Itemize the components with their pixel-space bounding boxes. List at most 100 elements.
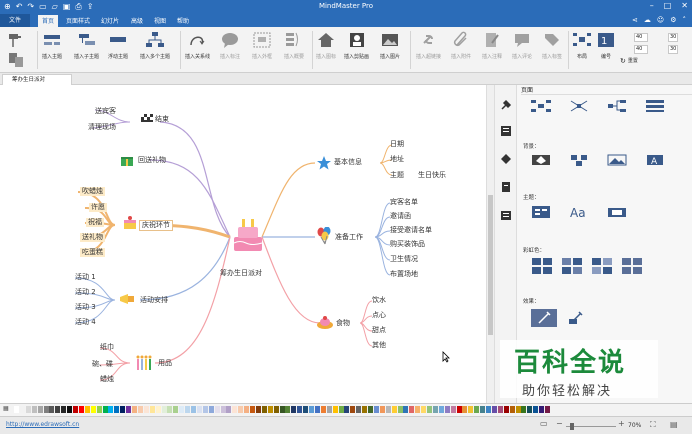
theme-font-icon[interactable]: Aa	[569, 205, 589, 219]
theme-style-icon[interactable]	[531, 205, 551, 219]
topic-guest-list[interactable]: 宾客名单	[390, 198, 418, 207]
color-swatch[interactable]	[462, 406, 468, 413]
topic-clean-up[interactable]: 清理现场	[88, 123, 116, 132]
color-swatch[interactable]	[73, 406, 78, 413]
website-link[interactable]: http://www.edrawsoft.cn	[6, 421, 79, 428]
branch-supplies[interactable]: 用品	[158, 359, 172, 368]
insert-tag-button[interactable]: 插入标签	[542, 31, 562, 60]
color-swatch[interactable]	[279, 406, 285, 413]
color-swatch[interactable]	[391, 406, 397, 413]
color-swatch[interactable]	[220, 406, 226, 413]
color-swatch[interactable]	[132, 406, 137, 413]
topic-give-gifts[interactable]: 送礼物	[80, 233, 105, 242]
color-swatch[interactable]	[78, 406, 84, 413]
document-tab[interactable]: 筹办生日派对	[2, 74, 72, 85]
color-swatch[interactable]	[191, 406, 196, 413]
color-swatch[interactable]	[238, 406, 244, 413]
menu-home[interactable]: 首页	[38, 15, 59, 27]
color-swatch[interactable]	[332, 406, 338, 413]
color-swatch[interactable]	[137, 406, 143, 413]
color-swatch[interactable]	[37, 406, 43, 413]
color-swatch[interactable]	[533, 406, 539, 413]
color-swatch[interactable]	[261, 406, 267, 413]
color-swatch[interactable]	[468, 406, 474, 413]
insert-image-button[interactable]: 插入图片	[380, 31, 400, 60]
color-swatch[interactable]	[503, 406, 509, 413]
fullscreen-icon[interactable]: ⛶	[650, 420, 656, 430]
task-tool-icon[interactable]	[500, 181, 512, 193]
hand-drawn-effect-icon[interactable]	[531, 309, 557, 327]
topic-blow-candles[interactable]: 吹蜡烛	[80, 187, 105, 196]
color-swatch[interactable]	[362, 406, 368, 413]
layout-list-icon[interactable]	[645, 99, 665, 113]
fill-color-icon[interactable]: ▦	[3, 405, 9, 412]
color-swatch[interactable]	[509, 406, 515, 413]
color-swatch[interactable]	[432, 406, 438, 413]
color-swatch[interactable]	[273, 406, 279, 413]
insert-comment-button[interactable]: 插入评论	[512, 31, 532, 60]
menu-advanced[interactable]: 高级	[131, 16, 143, 25]
color-swatch[interactable]	[214, 406, 220, 413]
topic-activity-2[interactable]: 活动 2	[75, 288, 96, 297]
outline-tool-icon[interactable]	[500, 125, 512, 137]
color-swatch[interactable]	[385, 406, 391, 413]
color-swatch[interactable]	[143, 406, 149, 413]
watermark-icon[interactable]: A	[645, 153, 665, 167]
layout-button[interactable]: 布局	[572, 31, 592, 60]
topic-water[interactable]: 饮水	[372, 296, 386, 305]
share-icon[interactable]: ⋖	[632, 16, 638, 24]
color-swatch[interactable]	[55, 406, 61, 413]
topic-date[interactable]: 日期	[390, 140, 404, 149]
maximize-icon[interactable]: □	[664, 1, 672, 10]
insert-icon-button[interactable]: 插入图标	[316, 31, 336, 60]
color-swatch[interactable]	[120, 406, 126, 413]
collapse-ribbon-icon[interactable]: ˄	[683, 16, 687, 24]
color-swatch[interactable]	[379, 406, 385, 413]
color-swatch[interactable]	[161, 406, 167, 413]
spacing-horizontal-input[interactable]: 40	[634, 33, 648, 42]
color-swatch[interactable]	[232, 406, 238, 413]
topic-theme[interactable]: 主题	[390, 171, 404, 180]
minimize-icon[interactable]: –	[650, 1, 654, 10]
color-swatch[interactable]	[297, 406, 303, 413]
color-swatch[interactable]	[49, 406, 55, 413]
branch-end[interactable]: 结束	[155, 115, 169, 124]
zoom-in-icon[interactable]: +	[618, 419, 625, 428]
color-swatch[interactable]	[202, 406, 208, 413]
color-swatch[interactable]	[397, 406, 403, 413]
settings-icon[interactable]: ⚙	[670, 16, 676, 24]
topic-snacks[interactable]: 点心	[372, 311, 386, 320]
color-swatch[interactable]	[545, 406, 550, 413]
color-swatch[interactable]	[350, 406, 356, 413]
clipboard-button[interactable]	[6, 51, 26, 71]
color-swatch[interactable]	[126, 406, 132, 413]
topic-address[interactable]: 地址	[390, 155, 404, 164]
insert-multiple-topics-button[interactable]: 插入多个主题	[140, 31, 170, 60]
topic-other[interactable]: 其他	[372, 341, 386, 350]
branch-preparation[interactable]: 准备工作	[335, 233, 363, 242]
color-swatch[interactable]	[108, 406, 114, 413]
color-swatch[interactable]	[43, 406, 49, 413]
topic-hygiene[interactable]: 卫生情况	[390, 255, 418, 264]
canvas-vertical-scrollbar[interactable]	[486, 85, 494, 403]
color-swatch[interactable]	[196, 406, 202, 413]
color-swatch[interactable]	[31, 406, 37, 413]
color-swatch[interactable]	[244, 406, 250, 413]
menu-file[interactable]: 文件	[0, 14, 30, 27]
insert-clipart-button[interactable]: 插入剪贴画	[344, 31, 369, 60]
theme-color-icon[interactable]	[607, 205, 627, 219]
color-swatch[interactable]	[314, 406, 320, 413]
spacing-a-input[interactable]: 30	[668, 33, 678, 42]
color-swatch[interactable]	[403, 406, 409, 413]
color-swatch[interactable]	[185, 406, 191, 413]
color-swatch[interactable]	[515, 406, 521, 413]
branch-activities[interactable]: 活动安排	[140, 296, 168, 305]
color-swatch[interactable]	[326, 406, 332, 413]
color-swatch[interactable]	[338, 406, 344, 413]
user-icon[interactable]: ☺	[657, 16, 664, 24]
color-swatch[interactable]	[285, 406, 291, 413]
topic-buy-decorations[interactable]: 购买装饰品	[390, 240, 425, 249]
history-tool-icon[interactable]	[500, 209, 512, 221]
insert-attachment-button[interactable]: 插入附件	[451, 31, 471, 60]
layout-radial-icon[interactable]	[569, 99, 589, 113]
